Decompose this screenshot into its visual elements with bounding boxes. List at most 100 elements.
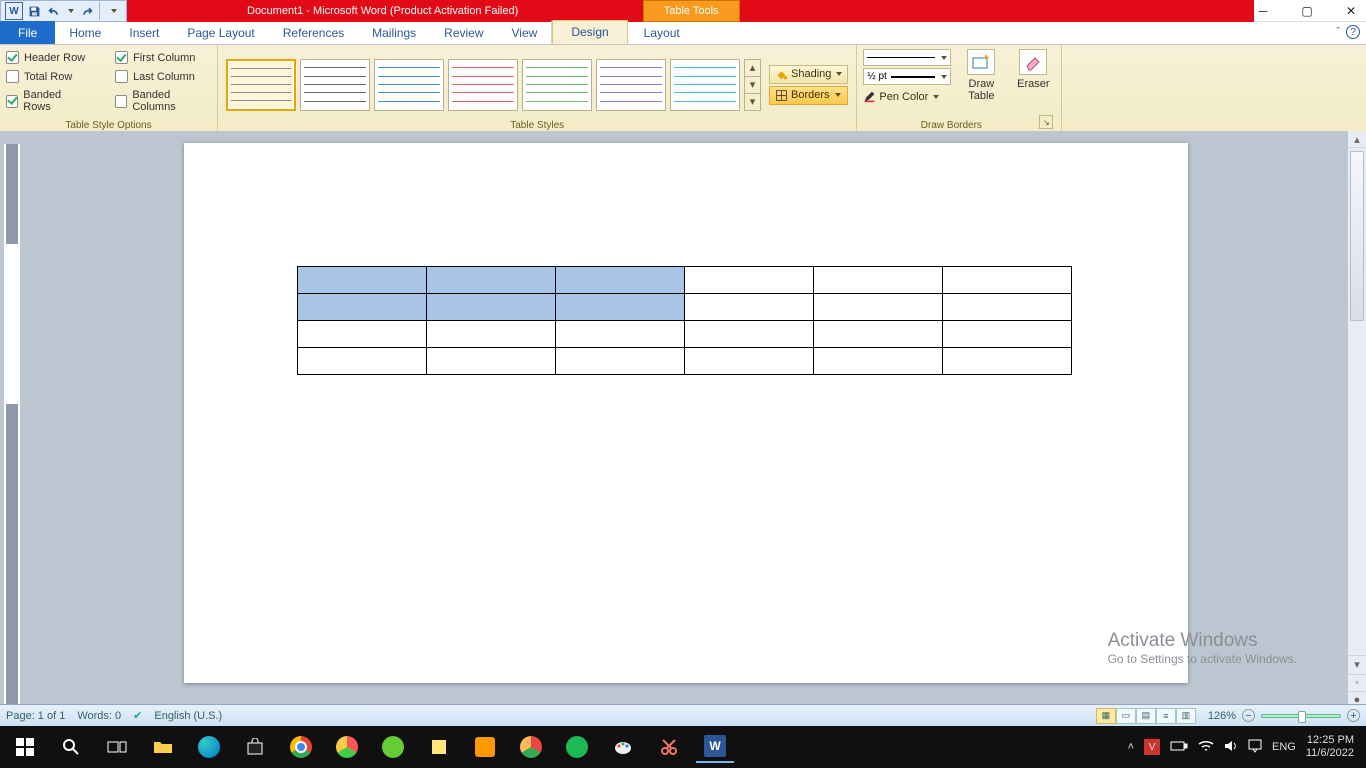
zoom-in-button[interactable]: +	[1347, 709, 1360, 722]
document-table[interactable]	[297, 266, 1072, 375]
table-cell[interactable]	[943, 267, 1072, 294]
tray-app-icon[interactable]: V	[1144, 739, 1160, 755]
status-words[interactable]: Words: 0	[77, 710, 121, 722]
status-language[interactable]: English (U.S.)	[154, 710, 222, 722]
style-swatch-4[interactable]	[448, 59, 518, 111]
tab-home[interactable]: Home	[55, 22, 115, 44]
chrome-icon[interactable]	[282, 731, 320, 763]
minimize-button[interactable]: ─	[1254, 2, 1272, 20]
chk-last-column[interactable]: Last Column	[115, 70, 211, 83]
close-button[interactable]: ✕	[1342, 2, 1360, 20]
style-swatch-6[interactable]	[596, 59, 666, 111]
tab-view[interactable]: View	[498, 22, 552, 44]
gallery-down-icon[interactable]: ▾	[745, 77, 760, 94]
table-cell[interactable]	[943, 294, 1072, 321]
table-cell[interactable]	[685, 294, 814, 321]
search-icon[interactable]	[52, 731, 90, 763]
qat-customize-icon[interactable]	[104, 2, 122, 20]
draw-borders-launcher[interactable]: ↘	[1039, 115, 1053, 129]
tray-overflow-icon[interactable]: ˄	[1128, 741, 1134, 753]
table-cell[interactable]	[298, 321, 427, 348]
pen-color-button[interactable]: Pen Color	[863, 87, 951, 106]
table-cell[interactable]	[943, 321, 1072, 348]
table-cell[interactable]	[556, 267, 685, 294]
app-green-icon[interactable]	[374, 731, 412, 763]
table-cell[interactable]	[427, 267, 556, 294]
view-draft[interactable]: ▥	[1176, 708, 1196, 724]
undo-dropdown-icon[interactable]	[65, 2, 75, 20]
view-print-layout[interactable]: ▦	[1096, 708, 1116, 724]
gallery-up-icon[interactable]: ▴	[745, 60, 760, 77]
tab-review[interactable]: Review	[430, 22, 497, 44]
store-icon[interactable]	[236, 731, 274, 763]
table-row[interactable]	[298, 267, 1072, 294]
style-swatch-1[interactable]	[226, 59, 296, 111]
undo-icon[interactable]	[45, 2, 63, 20]
zoom-slider[interactable]	[1261, 714, 1341, 718]
chk-total-row[interactable]: Total Row	[6, 70, 87, 83]
table-cell[interactable]	[814, 348, 943, 375]
chk-banded-columns[interactable]: Banded Columns	[115, 89, 211, 113]
table-cell[interactable]	[943, 348, 1072, 375]
app-orange-icon[interactable]	[466, 731, 504, 763]
chrome-beta-icon[interactable]	[512, 731, 550, 763]
table-cell[interactable]	[556, 348, 685, 375]
spotify-icon[interactable]	[558, 731, 596, 763]
table-cell[interactable]	[427, 321, 556, 348]
view-web-layout[interactable]: ▤	[1136, 708, 1156, 724]
tab-insert[interactable]: Insert	[115, 22, 173, 44]
save-icon[interactable]	[25, 2, 43, 20]
table-row[interactable]	[298, 294, 1072, 321]
volume-icon[interactable]	[1224, 739, 1238, 756]
status-page[interactable]: Page: 1 of 1	[6, 710, 65, 722]
scroll-down-icon[interactable]: ▾	[1348, 655, 1366, 672]
chk-header-row[interactable]: Header Row	[6, 51, 87, 64]
zoom-out-button[interactable]: −	[1242, 709, 1255, 722]
vertical-ruler[interactable]	[3, 143, 21, 726]
paint-icon[interactable]	[604, 731, 642, 763]
vertical-scrollbar[interactable]: ▴ ▾ ◦ ● ◦	[1347, 131, 1366, 726]
tray-clock[interactable]: 12:25 PM 11/6/2022	[1306, 734, 1360, 760]
table-cell[interactable]	[427, 294, 556, 321]
borders-button[interactable]: Borders	[769, 86, 848, 105]
battery-icon[interactable]	[1170, 740, 1188, 755]
minimize-ribbon-icon[interactable]: ˆ	[1336, 26, 1340, 38]
table-cell[interactable]	[427, 348, 556, 375]
edge-icon[interactable]	[190, 731, 228, 763]
table-cell[interactable]	[556, 294, 685, 321]
table-row[interactable]	[298, 348, 1072, 375]
chrome-canary-icon[interactable]	[328, 731, 366, 763]
tab-references[interactable]: References	[269, 22, 358, 44]
word-icon[interactable]: W	[5, 2, 23, 20]
tab-file[interactable]: File	[0, 21, 55, 44]
table-cell[interactable]	[556, 321, 685, 348]
table-cell[interactable]	[814, 294, 943, 321]
table-cell[interactable]	[685, 267, 814, 294]
maximize-button[interactable]: ▢	[1298, 2, 1316, 20]
table-cell[interactable]	[298, 267, 427, 294]
chk-banded-rows[interactable]: Banded Rows	[6, 89, 87, 113]
gallery-more-icon[interactable]: ▾	[745, 94, 760, 110]
gallery-scroll[interactable]: ▴▾▾	[744, 59, 761, 111]
redo-icon[interactable]	[77, 2, 95, 20]
start-button[interactable]	[6, 731, 44, 763]
style-swatch-5[interactable]	[522, 59, 592, 111]
table-cell[interactable]	[814, 267, 943, 294]
task-view-icon[interactable]	[98, 731, 136, 763]
eraser-button[interactable]: Eraser	[1011, 49, 1055, 115]
style-swatch-2[interactable]	[300, 59, 370, 111]
style-swatch-7[interactable]	[670, 59, 740, 111]
scroll-thumb[interactable]	[1350, 151, 1364, 321]
view-outline[interactable]: ≡	[1156, 708, 1176, 724]
line-weight-picker[interactable]: ½ pt	[863, 68, 951, 85]
tab-design[interactable]: Design	[552, 20, 627, 44]
tab-page-layout[interactable]: Page Layout	[173, 22, 268, 44]
wifi-icon[interactable]	[1198, 740, 1214, 755]
action-center-icon[interactable]	[1248, 739, 1262, 756]
table-row[interactable]	[298, 321, 1072, 348]
proofing-icon[interactable]: ✔	[133, 709, 142, 722]
table-cell[interactable]	[298, 348, 427, 375]
chk-first-column[interactable]: First Column	[115, 51, 211, 64]
notes-icon[interactable]	[420, 731, 458, 763]
scroll-up-icon[interactable]: ▴	[1348, 131, 1366, 148]
